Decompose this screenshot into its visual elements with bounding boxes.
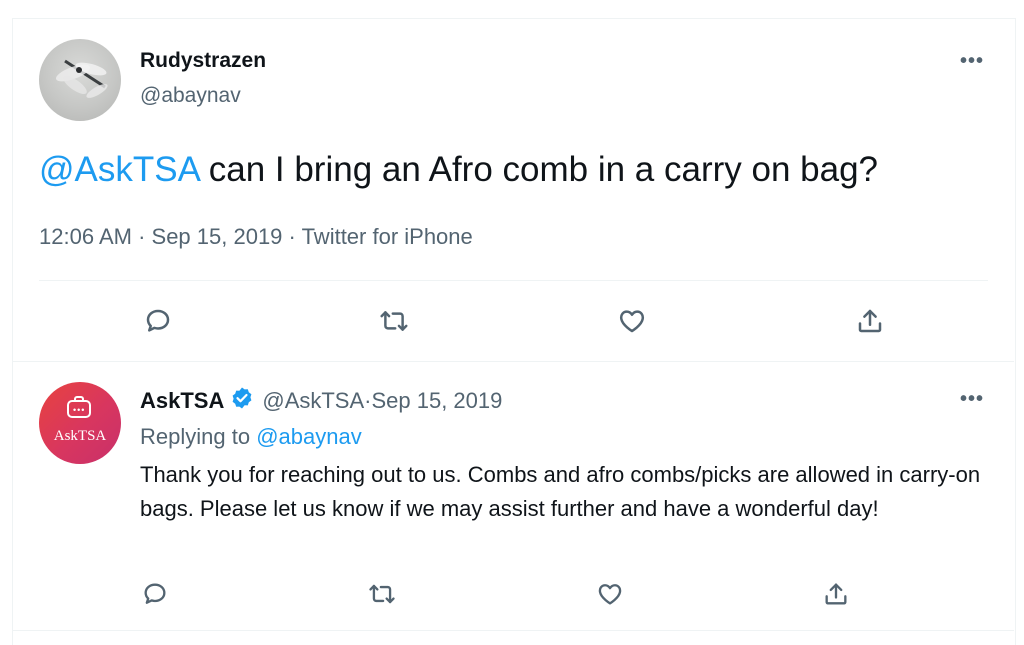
replying-handle-link[interactable]: @abaynav [256, 424, 362, 449]
separator: · [131, 224, 152, 249]
heart-icon[interactable] [612, 301, 652, 341]
retweet-icon[interactable] [362, 574, 402, 614]
more-icon[interactable]: ••• [960, 50, 984, 73]
reply-author-handle[interactable]: @AskTSA [262, 388, 364, 414]
verified-badge-icon [230, 386, 254, 416]
avatar-logo-text: AskTSA [53, 428, 107, 444]
comment-icon[interactable] [138, 301, 178, 341]
replying-to: Replying to @abaynav [140, 424, 362, 450]
retweet-icon[interactable] [374, 301, 414, 341]
mention-link[interactable]: @AskTSA [39, 150, 199, 189]
reply-text: Thank you for reaching out to us. Combs … [140, 462, 981, 521]
tweet-source[interactable]: Twitter for iPhone [302, 224, 473, 249]
replying-label: Replying to [140, 424, 257, 449]
separator: · [364, 388, 372, 413]
tweet-body: can I bring an Afro comb in a carry on b… [199, 150, 879, 189]
reply-author-name[interactable]: AskTSA [140, 388, 224, 414]
divider [39, 280, 988, 281]
reply-date[interactable]: Sep 15, 2019 [371, 388, 502, 414]
share-icon[interactable] [850, 301, 890, 341]
tweet-time[interactable]: 12:06 AM [39, 224, 132, 249]
heart-icon[interactable] [590, 574, 630, 614]
avatar-asktsa[interactable]: ••• AskTSA [39, 382, 121, 464]
separator: · [282, 224, 302, 249]
author-handle[interactable]: @abaynav [140, 84, 241, 108]
suitcase-chat-icon: ••• [67, 396, 91, 418]
avatar-rudystrazen[interactable] [39, 39, 121, 121]
more-icon[interactable]: ••• [960, 388, 984, 411]
tweet-date[interactable]: Sep 15, 2019 [152, 224, 283, 249]
comment-icon[interactable] [135, 574, 175, 614]
divider [12, 361, 1014, 362]
reply-header: AskTSA @AskTSA · Sep 15, 2019 [140, 386, 502, 416]
author-name[interactable]: Rudystrazen [140, 49, 266, 73]
tweet-text: @AskTSA can I bring an Afro comb in a ca… [39, 150, 878, 190]
share-icon[interactable] [816, 574, 856, 614]
tweet-meta: 12:06 AM · Sep 15, 2019 · Twitter for iP… [39, 224, 473, 250]
divider [12, 630, 1014, 631]
dragonfly-icon [55, 59, 108, 98]
